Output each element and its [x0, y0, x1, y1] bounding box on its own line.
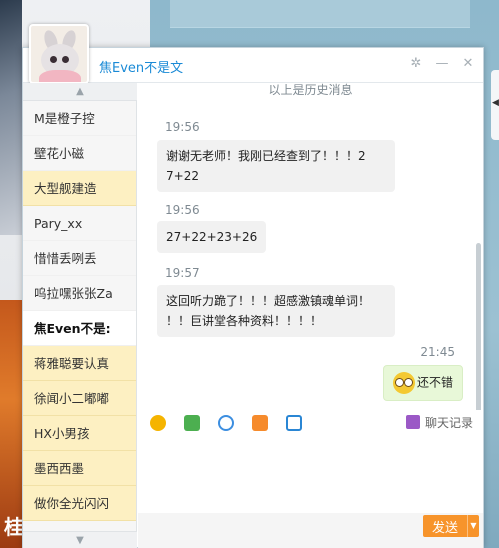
send-options-icon[interactable]: ▼	[467, 515, 479, 537]
contact-item[interactable]: M是橙子控	[23, 101, 136, 136]
history-icon	[405, 415, 420, 429]
message-input[interactable]	[138, 436, 483, 514]
message-line: 还不错	[416, 375, 453, 390]
contact-item[interactable]: 惜惜丢咧丢	[23, 241, 136, 276]
attachment-icon[interactable]	[218, 415, 234, 431]
my-message-bubble[interactable]: 还不错	[382, 365, 463, 401]
send-label: 发送	[431, 520, 458, 536]
emoji-icon[interactable]	[150, 415, 166, 431]
message-line: 7+22	[166, 169, 199, 183]
contact-list: ▲ M是橙子控 壁花小磁 大型舰建造 Pary_xx 惜惜丢咧丢 呜拉嘿张张Za…	[23, 83, 137, 548]
contact-item[interactable]: HX小男孩	[23, 416, 136, 451]
screenshot-icon[interactable]	[252, 415, 268, 431]
background-card	[170, 0, 470, 28]
side-panel-handle[interactable]: ◀	[491, 70, 499, 140]
contact-item[interactable]: 墨西西墨	[23, 451, 136, 486]
contact-item[interactable]: 蒋雅聪要认真	[23, 346, 136, 381]
feedback-icon[interactable]	[286, 415, 302, 431]
minimize-icon[interactable]: —	[435, 57, 449, 71]
message-bubble[interactable]: 27+22+23+26	[157, 221, 267, 253]
contact-item[interactable]: 徐闻小二嘟嘟	[23, 381, 136, 416]
message-scrollbar[interactable]	[476, 243, 481, 410]
send-button[interactable]: 发送 ▼	[423, 515, 479, 537]
title-bar[interactable]: 焦Even不是文 ✲ — ✕	[23, 24, 483, 84]
image-icon[interactable]	[184, 415, 200, 431]
contact-item-selected[interactable]: 焦Even不是:	[23, 311, 136, 346]
history-notice: 以上是历史消息	[268, 83, 353, 97]
chat-title[interactable]: 焦Even不是文	[99, 57, 183, 76]
message-line: 谢谢无老师！我刚已经查到了！！！2	[166, 149, 366, 163]
scroll-down-icon[interactable]: ▼	[23, 531, 137, 548]
input-toolbar: 聊天记录	[138, 410, 483, 436]
message-time: 19:57	[165, 266, 200, 280]
message-time: 21:45	[420, 345, 455, 359]
contact-avatar[interactable]	[29, 24, 89, 84]
message-time: 19:56	[165, 120, 200, 134]
message-line: 这回听力跪了！！！超感激镇魂单词！	[166, 294, 371, 308]
message-line: ！！巨讲堂各种资料！！！！	[166, 314, 323, 328]
message-time: 19:56	[165, 203, 200, 217]
contact-item[interactable]: 大型舰建造	[23, 171, 136, 206]
message-bubble[interactable]: 谢谢无老师！我刚已经查到了！！！2 7+22	[157, 140, 395, 192]
scroll-up-icon[interactable]: ▲	[23, 83, 137, 101]
background-photo-top	[0, 0, 22, 235]
message-line: 27+22+23+26	[166, 230, 258, 244]
background-photo-bottom: 桂	[0, 300, 24, 548]
footer-bar: 发送 ▼	[138, 513, 483, 548]
close-icon[interactable]: ✕	[461, 57, 475, 71]
chat-history-link[interactable]: 聊天记录	[405, 414, 473, 431]
message-bubble[interactable]: 这回听力跪了！！！超感激镇魂单词！ ！！巨讲堂各种资料！！！！	[157, 285, 395, 337]
smile-emoji-icon	[392, 372, 415, 394]
contact-item[interactable]: 壁花小磁	[23, 136, 136, 171]
history-label: 聊天记录	[424, 416, 473, 430]
message-area[interactable]: 以上是历史消息 19:56 谢谢无老师！我刚已经查到了！！！2 7+22 19:…	[138, 83, 483, 410]
settings-icon[interactable]: ✲	[409, 57, 423, 71]
contact-item[interactable]: 做你全光闪闪	[23, 486, 136, 521]
chat-window: 焦Even不是文 ✲ — ✕ ▲ M是橙子控 壁花小磁 大型舰建造 Pary_x…	[22, 24, 484, 548]
contact-item[interactable]: Pary_xx	[23, 206, 136, 241]
contact-item[interactable]: 呜拉嘿张张Za	[23, 276, 136, 311]
